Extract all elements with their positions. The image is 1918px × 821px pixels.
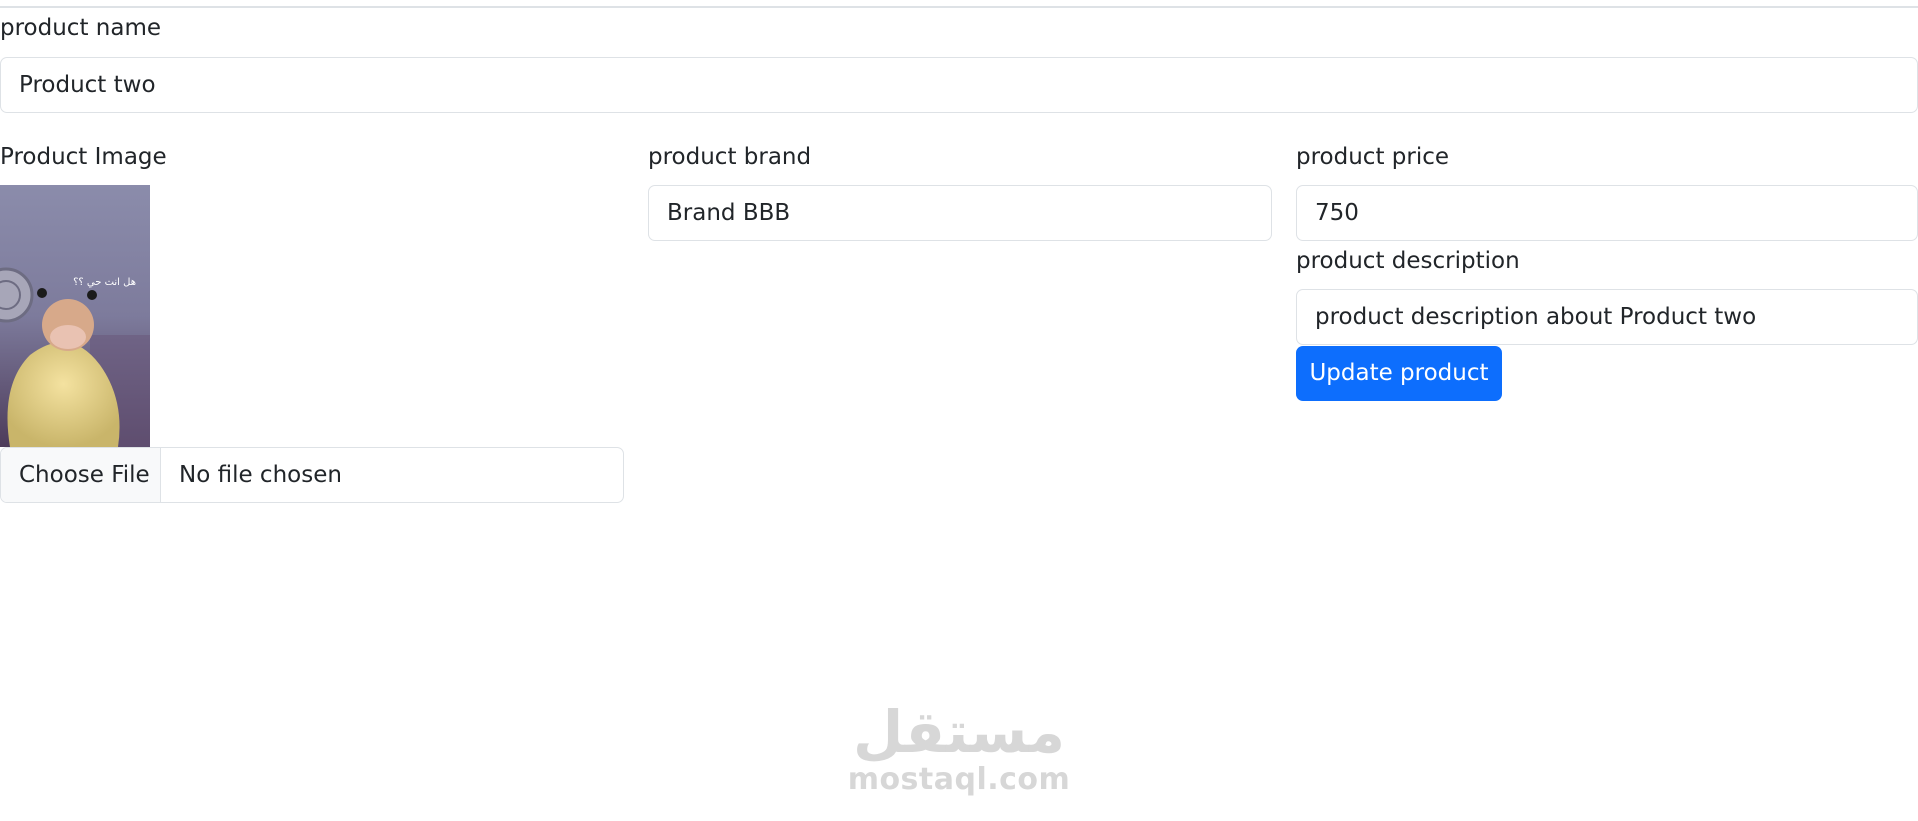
product-name-label: product name [0,15,161,41]
top-divider [0,6,1918,8]
mostaql-watermark: مستقل mostaql.com [846,700,1072,810]
choose-file-button[interactable]: Choose File [1,448,161,502]
image-caption-text: هل انت حي ؟؟ [73,277,136,288]
file-status-text: No file chosen [179,462,342,488]
watermark-arabic-text: مستقل [852,698,1066,766]
product-name-input[interactable]: Product two [0,57,1918,113]
product-price-input[interactable]: 750 [1296,185,1918,241]
product-brand-label: product brand [648,144,812,170]
update-product-button[interactable]: Update product [1296,346,1502,401]
product-price-label: product price [1296,144,1450,170]
product-image-file-input[interactable]: Choose File No file chosen [0,447,624,503]
product-description-input[interactable]: product description about Product two [1296,289,1918,345]
watermark-latin-text: mostaql.com [847,762,1071,797]
product-brand-input[interactable]: Brand BBB [648,185,1272,241]
duckling-photo: هل انت حي ؟؟ [0,185,150,447]
product-image-label: Product Image [0,144,167,170]
product-image-preview: هل انت حي ؟؟ [0,185,150,447]
product-description-label: product description [1296,248,1520,274]
